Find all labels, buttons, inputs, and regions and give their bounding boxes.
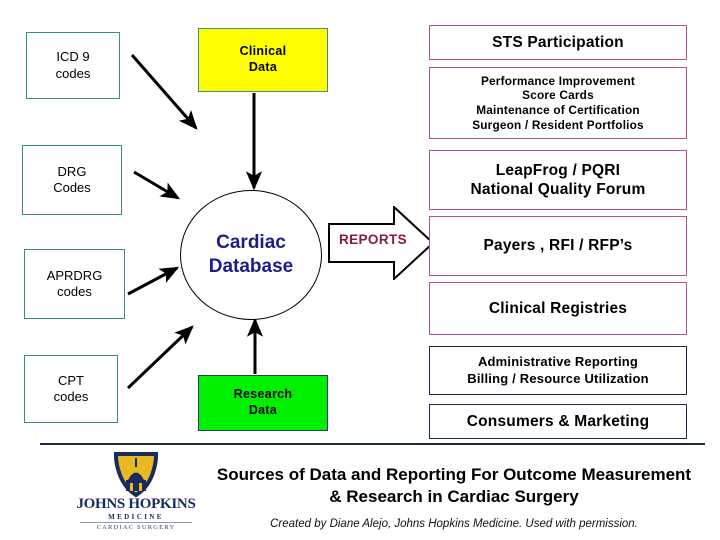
output-box-payers-rfi-rfp[interactable]: Payers , RFI / RFP’s: [429, 216, 687, 276]
output-box-leapfrog-pqri[interactable]: LeapFrog / PQRI National Quality Forum: [429, 150, 687, 210]
source-box-icd9-line1: ICD 9: [56, 49, 90, 65]
output-performance-line4: Surgeon / Resident Portfolios: [472, 117, 644, 132]
source-box-cpt-line1: CPT: [57, 372, 84, 388]
johns-hopkins-wordmark: JOHNS HOPKINS: [76, 496, 196, 512]
research-data-line1: Research: [233, 387, 293, 402]
output-consumers-line1: Consumers & Marketing: [466, 412, 650, 430]
output-administrative-line1: Administrative Reporting: [477, 354, 639, 370]
source-box-clinical-data[interactable]: Clinical Data: [198, 28, 328, 92]
source-box-drg-line2: Codes: [53, 180, 91, 195]
source-box-aprdrg-line2: codes: [57, 284, 92, 299]
output-box-consumers-marketing[interactable]: Consumers & Marketing: [429, 404, 687, 439]
diagram-credit: Created by Diane Alejo, Johns Hopkins Me…: [270, 518, 638, 530]
cardiac-database-line1: Cardiac: [216, 232, 286, 254]
cardiac-database-line2: Database: [208, 256, 294, 277]
output-leapfrog-line2: National Quality Forum: [470, 181, 646, 198]
source-box-drg-line1: DRG: [57, 163, 87, 179]
source-box-cpt-line2: codes: [53, 389, 89, 404]
source-box-icd9-line2: codes: [55, 65, 91, 81]
slide-canvas: ICD 9 codes DRG Codes APRDRG codes CPT c…: [0, 0, 720, 540]
source-box-icd9[interactable]: ICD 9 codes: [26, 32, 120, 99]
source-box-aprdrg[interactable]: APRDRG codes: [24, 249, 125, 319]
johns-hopkins-medicine-label: MEDICINE: [108, 513, 164, 521]
footer-divider: [40, 443, 705, 445]
johns-hopkins-department-label: CARDIAC SURGERY: [96, 524, 176, 531]
output-payers-line1: Payers , RFI / RFP’s: [483, 237, 633, 255]
output-box-administrative-reporting[interactable]: Administrative Reporting Billing / Resou…: [429, 346, 687, 395]
output-performance-line3: Maintenance of Certification: [476, 103, 640, 117]
cardiac-database-node[interactable]: Cardiac Database: [180, 190, 322, 320]
source-box-drg[interactable]: DRG Codes: [22, 145, 122, 215]
reports-arrow-label: REPORTS: [338, 232, 408, 247]
source-box-aprdrg-line1: APRDRG: [46, 267, 103, 283]
output-box-clinical-registries[interactable]: Clinical Registries: [429, 282, 687, 335]
source-box-research-data[interactable]: Research Data: [198, 375, 328, 431]
output-administrative-line2: Billing / Resource Utilization: [467, 370, 649, 386]
clinical-data-line2: Data: [248, 60, 278, 74]
output-registries-line1: Clinical Registries: [488, 299, 628, 317]
arrow-aprdrg-to-database: [127, 266, 180, 296]
logo-rule: [80, 522, 192, 523]
arrow-icd9-to-database: [130, 54, 198, 130]
diagram-title: Sources of Data and Reporting For Outcom…: [216, 465, 692, 507]
output-sts-line1: STS Participation: [492, 33, 624, 51]
arrow-cpt-to-database: [126, 325, 194, 390]
output-leapfrog-line1: LeapFrog / PQRI: [495, 161, 621, 179]
source-box-cpt[interactable]: CPT codes: [24, 355, 118, 423]
output-performance-line2: Score Cards: [522, 88, 594, 103]
output-performance-line1: Performance Improvement: [480, 73, 636, 88]
output-box-sts-participation[interactable]: STS Participation: [429, 25, 687, 60]
research-data-line2: Data: [248, 403, 278, 417]
arrow-drg-to-database: [133, 170, 181, 200]
clinical-data-line1: Clinical: [239, 44, 287, 59]
output-box-performance-improvement[interactable]: Performance Improvement Score Cards Main…: [429, 67, 687, 139]
